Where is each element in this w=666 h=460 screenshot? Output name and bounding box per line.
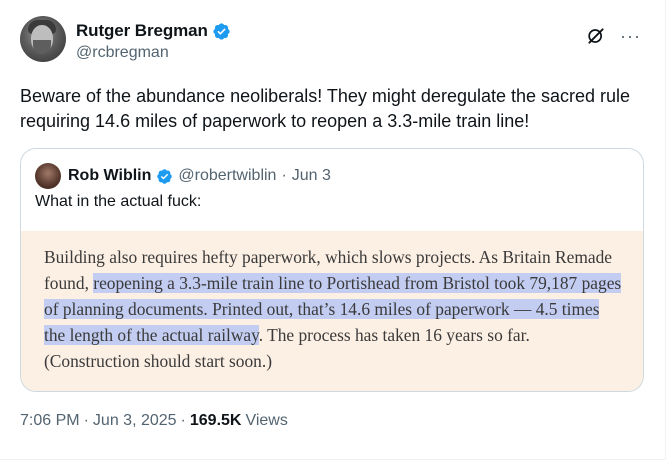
quoted-author-display-name: Rob Wiblin: [68, 167, 152, 184]
grok-icon[interactable]: [586, 26, 606, 46]
verified-badge-icon: [213, 22, 230, 40]
tweet-date[interactable]: Jun 3, 2025: [93, 412, 177, 430]
quoted-image[interactable]: Building also requires hefty paperwork, …: [21, 231, 643, 391]
views-label: Views: [245, 412, 288, 429]
views-count: 169.5K: [189, 412, 242, 429]
author-info: Rutger Bregman @rcbregman: [76, 21, 231, 62]
tweet-header: Rutger Bregman @rcbregman ···: [20, 16, 645, 66]
quoted-tweet[interactable]: Rob Wiblin @robertwiblin · Jun 3 What in…: [20, 148, 644, 392]
quoted-author-handle: @robertwiblin: [178, 167, 277, 184]
tweet-meta: 7:06 PM · Jun 3, 2025 · 169.5K Views: [20, 412, 288, 430]
quoted-date: Jun 3: [291, 167, 331, 184]
quoted-author-avatar: [35, 163, 61, 189]
quoted-separator: ·: [281, 167, 287, 184]
quoted-tweet-header: Rob Wiblin @robertwiblin · Jun 3: [35, 163, 331, 189]
author-avatar[interactable]: [20, 16, 66, 62]
meta-separator: ·: [83, 412, 89, 429]
meta-separator: ·: [180, 412, 186, 429]
more-icon[interactable]: ···: [620, 27, 641, 45]
tweet-text: Beware of the abundance neoliberals! The…: [20, 86, 631, 131]
quoted-image-text: Building also requires hefty paperwork, …: [44, 244, 624, 374]
quoted-tweet-text: What in the actual fuck:: [35, 193, 202, 210]
verified-badge-icon: [157, 168, 173, 184]
author-display-name[interactable]: Rutger Bregman: [76, 21, 208, 41]
author-handle[interactable]: @rcbregman: [76, 44, 231, 62]
tweet-time[interactable]: 7:06 PM: [20, 412, 80, 430]
tweet: Rutger Bregman @rcbregman ··· Beware of …: [0, 0, 666, 460]
